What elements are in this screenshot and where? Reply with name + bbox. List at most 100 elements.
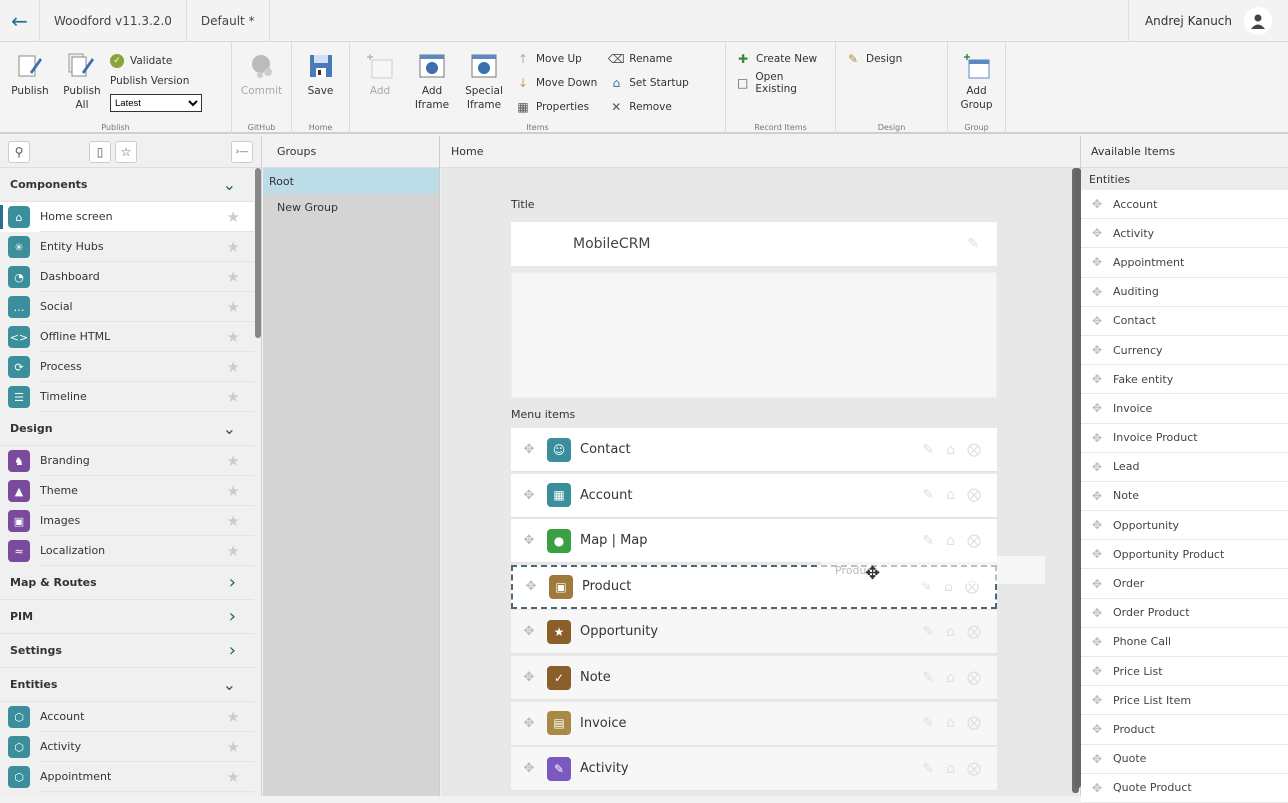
sidebar-item-activity[interactable]: ⬡ Activity ★ — [0, 732, 254, 762]
available-item[interactable]: ✥ Quote — [1081, 744, 1288, 774]
title-image-area[interactable] — [511, 272, 997, 398]
sidebar-item-account[interactable]: ⬡ Account ★ — [0, 702, 254, 732]
home-icon[interactable]: ⌂ — [946, 761, 955, 777]
search-button[interactable]: ⚲ — [8, 140, 30, 163]
design-button[interactable]: ✎ Design — [846, 50, 902, 68]
drag-handle-icon[interactable]: ✥ — [511, 761, 547, 776]
sidebar-section-design[interactable]: Design ⌄ — [0, 412, 254, 446]
set-startup-button[interactable]: ⌂ Set Startup — [609, 74, 688, 92]
available-item[interactable]: ✥ Appointment — [1081, 248, 1288, 278]
edit-icon[interactable]: ✎ — [922, 670, 934, 686]
sidebar-item-timeline[interactable]: ☰ Timeline ★ — [0, 382, 254, 412]
special-iframe-button[interactable]: Special Iframe — [458, 46, 510, 134]
favorite-star-icon[interactable]: ★ — [227, 268, 240, 286]
available-item[interactable]: ✥ Invoice Product — [1081, 423, 1288, 453]
available-item[interactable]: ✥ Currency — [1081, 335, 1288, 366]
available-item[interactable]: ✥ Fake entity — [1081, 365, 1288, 395]
remove-circle-icon[interactable]: ⨂ — [967, 487, 981, 503]
publish-button[interactable]: Publish — [4, 46, 56, 134]
open-existing-button[interactable]: □ Open Existing — [736, 71, 825, 95]
sidebar-item-images[interactable]: ▣ Images ★ — [0, 506, 254, 536]
edit-icon[interactable]: ✎ — [922, 624, 934, 640]
edit-icon[interactable]: ✎ — [922, 533, 934, 549]
sidebar-section-entities[interactable]: Entities ⌄ — [0, 668, 254, 702]
edit-icon[interactable]: ✎ — [922, 715, 934, 731]
favorite-star-icon[interactable]: ★ — [227, 452, 240, 470]
sidebar-item-theme[interactable]: ▲ Theme ★ — [0, 476, 254, 506]
available-item[interactable]: ✥ Price List — [1081, 657, 1288, 687]
home-icon[interactable]: ⌂ — [946, 715, 955, 731]
edit-icon[interactable]: ✎ — [922, 761, 934, 777]
favorite-star-icon[interactable]: ★ — [227, 738, 240, 756]
drag-handle-icon[interactable]: ✥ — [513, 579, 549, 594]
save-button[interactable]: Save — [296, 46, 345, 134]
commit-button[interactable]: Commit — [236, 46, 287, 134]
favorite-star-icon[interactable]: ★ — [227, 328, 240, 346]
home-icon[interactable]: ⌂ — [946, 442, 955, 458]
drag-handle-icon[interactable]: ✥ — [511, 488, 547, 503]
edit-icon[interactable]: ✎ — [922, 487, 934, 503]
sidebar-section-map-routes[interactable]: Map & Routes › — [0, 566, 254, 600]
available-item[interactable]: ✥ Product — [1081, 715, 1288, 745]
edit-icon[interactable]: ✎ — [922, 442, 934, 458]
add-group-button[interactable]: Add Group — [952, 46, 1001, 134]
edit-icon[interactable]: ✎ — [967, 236, 979, 252]
favorite-star-icon[interactable]: ★ — [227, 768, 240, 786]
sidebar-item-dashboard[interactable]: ◔ Dashboard ★ — [0, 262, 254, 292]
publish-all-button[interactable]: Publish All — [56, 46, 108, 134]
sidebar-section-pim[interactable]: PIM › — [0, 600, 254, 634]
add-iframe-button[interactable]: Add Iframe — [406, 46, 458, 134]
favorite-star-icon[interactable]: ★ — [227, 388, 240, 406]
available-item[interactable]: ✥ Quote Product — [1081, 773, 1288, 803]
drag-handle-icon[interactable]: ✥ — [511, 442, 547, 457]
available-item[interactable]: ✥ Opportunity Product — [1081, 540, 1288, 570]
publish-version-select[interactable]: Latest — [110, 94, 202, 112]
collapse-sidebar-button[interactable]: ›— — [231, 140, 253, 163]
sidebar-item-branding[interactable]: ♞ Branding ★ — [0, 446, 254, 476]
home-icon[interactable]: ⌂ — [946, 624, 955, 640]
menu-item-account[interactable]: ✥ ▦ Account ✎ ⌂ ⨂ — [511, 473, 997, 518]
remove-circle-icon[interactable]: ⨂ — [967, 624, 981, 640]
available-item[interactable]: ✥ Price List Item — [1081, 686, 1288, 716]
remove-circle-icon[interactable]: ⨂ — [967, 761, 981, 777]
sidebar-section-components[interactable]: Components ⌄ — [0, 168, 254, 202]
rename-button[interactable]: ⌫ Rename — [608, 50, 689, 68]
favorite-star-icon[interactable]: ★ — [227, 208, 240, 226]
menu-item-note[interactable]: ✥ ✓ Note ✎ ⌂ ⨂ — [511, 656, 997, 700]
menu-item-contact[interactable]: ✥ ☺ Contact ✎ ⌂ ⨂ — [511, 428, 997, 472]
favorite-star-icon[interactable]: ★ — [227, 358, 240, 376]
available-item[interactable]: ✥ Opportunity — [1081, 511, 1288, 541]
available-item[interactable]: ✥ Lead — [1081, 452, 1288, 482]
favorite-star-icon[interactable]: ★ — [227, 238, 240, 256]
available-item[interactable]: ✥ Order — [1081, 569, 1288, 599]
available-item[interactable]: ✥ Note — [1081, 481, 1288, 512]
sidebar-section-settings[interactable]: Settings › — [0, 634, 254, 668]
add-item-button[interactable]: Add — [354, 46, 406, 134]
mobile-view-button[interactable]: ▯ — [89, 140, 111, 163]
menu-item-invoice[interactable]: ✥ ▤ Invoice ✎ ⌂ ⨂ — [511, 701, 997, 746]
group-item-root[interactable]: Root — [263, 168, 439, 194]
sidebar-item-entity-hubs[interactable]: ✳ Entity Hubs ★ — [0, 232, 254, 262]
sidebar-item-localization[interactable]: ≈ Localization ★ — [0, 536, 254, 566]
favorite-star-icon[interactable]: ★ — [227, 298, 240, 316]
favorite-star-icon[interactable]: ★ — [227, 512, 240, 530]
back-button[interactable]: ← — [0, 0, 40, 42]
drag-handle-icon[interactable]: ✥ — [511, 670, 547, 685]
group-item-new-group[interactable]: New Group — [263, 194, 439, 220]
sidebar-item-offline-html[interactable]: <> Offline HTML ★ — [0, 322, 254, 352]
remove-circle-icon[interactable]: ⨂ — [967, 533, 981, 549]
drag-handle-icon[interactable]: ✥ — [511, 716, 547, 731]
app-title[interactable]: Woodford v11.3.2.0 — [40, 0, 187, 42]
available-item[interactable]: ✥ Auditing — [1081, 277, 1288, 307]
remove-button[interactable]: ✕ Remove — [609, 98, 689, 116]
validate-button[interactable]: ✓ Validate — [110, 52, 202, 70]
sidebar-item-home-screen[interactable]: ⌂ Home screen ★ — [0, 202, 254, 232]
home-icon[interactable]: ⌂ — [946, 670, 955, 686]
available-item[interactable]: ✥ Account — [1081, 190, 1288, 220]
favorites-button[interactable]: ☆ — [115, 140, 137, 163]
properties-button[interactable]: ▦ Properties — [516, 98, 597, 116]
favorite-star-icon[interactable]: ★ — [227, 542, 240, 560]
menu-item-opportunity[interactable]: ✥ ★ Opportunity ✎ ⌂ ⨂ — [511, 610, 997, 655]
available-item[interactable]: ✥ Activity — [1081, 219, 1288, 249]
drag-handle-icon[interactable]: ✥ — [511, 533, 547, 548]
